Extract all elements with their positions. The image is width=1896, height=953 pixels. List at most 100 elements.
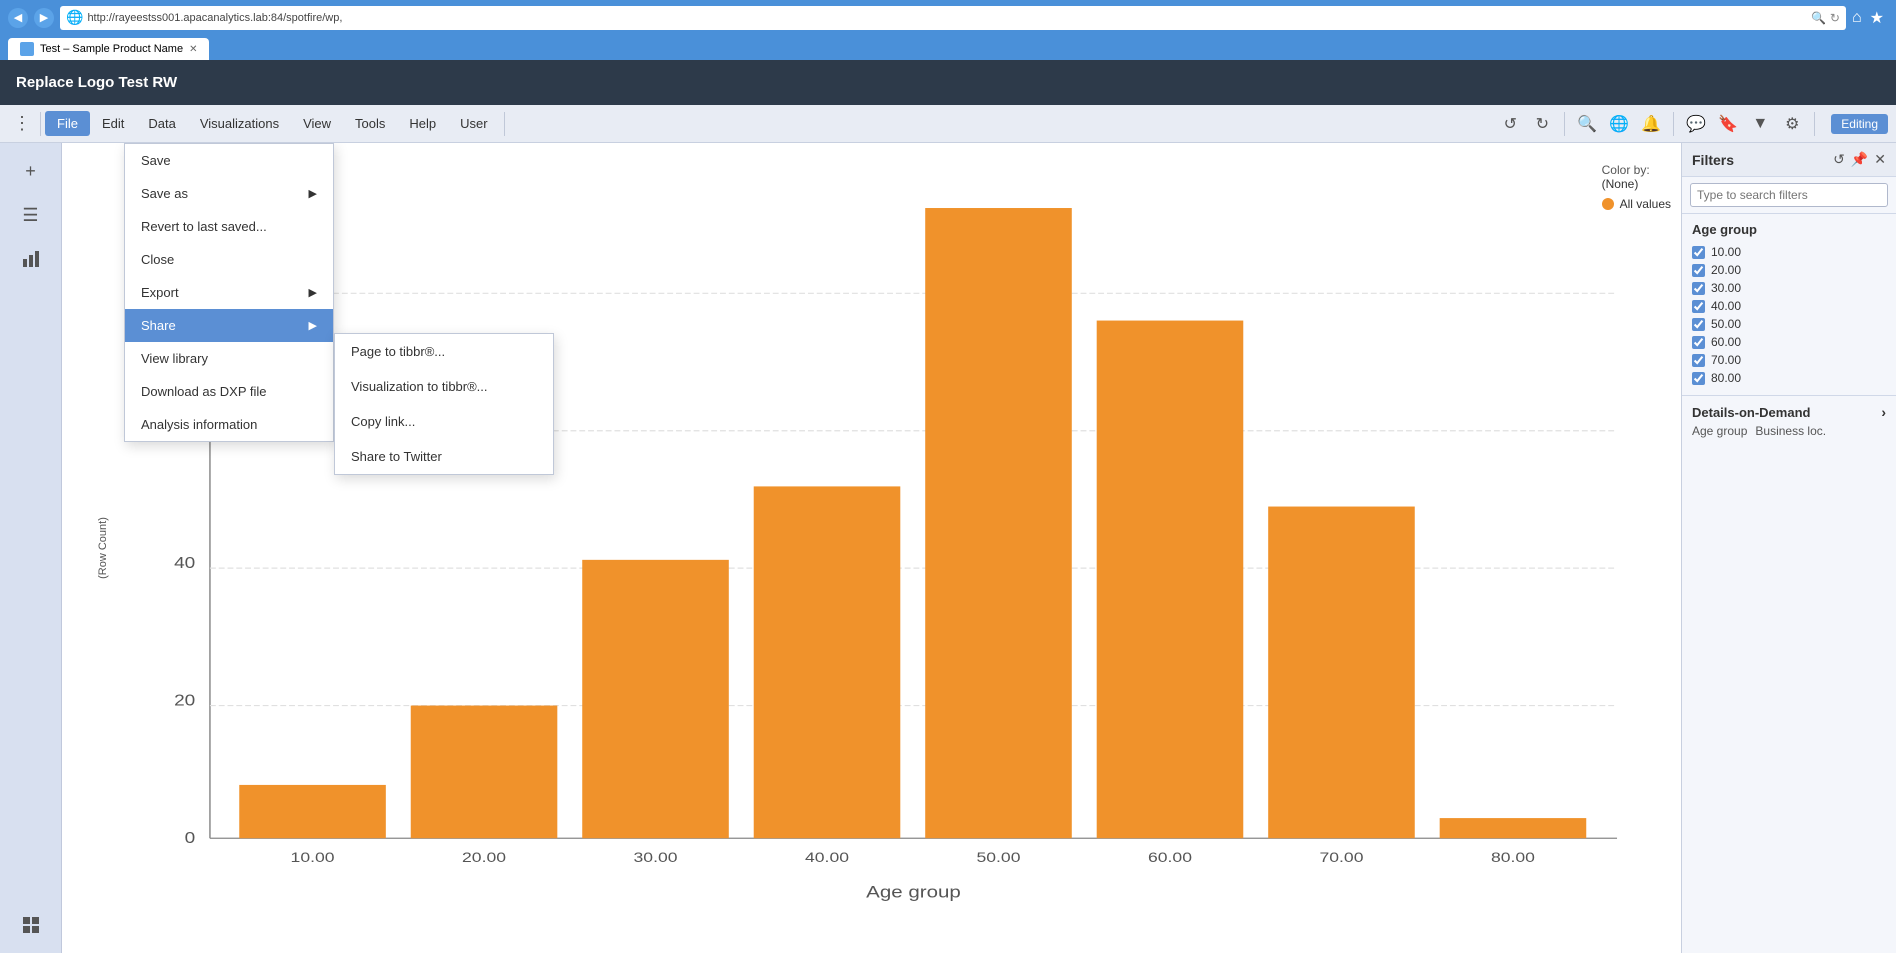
details-expand-icon[interactable]: › (1881, 404, 1886, 420)
filters-pin-icon[interactable]: 📌 (1851, 151, 1868, 168)
bar-7[interactable] (1268, 507, 1415, 839)
tab-close-button[interactable]: ✕ (189, 44, 197, 55)
checkbox-row-70: 70.00 (1692, 351, 1886, 369)
menu-item-download-dxp[interactable]: Download as DXP file (125, 375, 333, 408)
menu-separator-3 (1564, 112, 1565, 136)
grid-view-button[interactable] (13, 907, 49, 943)
main-layout: + ☰ Save Save as ▶ (0, 143, 1896, 953)
browser-tab[interactable]: Test – Sample Product Name ✕ (8, 38, 209, 60)
menu-item-export[interactable]: Export ▶ (125, 276, 333, 309)
menu-view[interactable]: View (291, 111, 343, 136)
filter-button[interactable]: ▼ (1746, 110, 1774, 138)
menu-tools[interactable]: Tools (343, 111, 397, 136)
checkbox-label-20: 20.00 (1711, 263, 1741, 277)
color-by-value: (None) (1602, 177, 1671, 191)
svg-text:30.00: 30.00 (634, 850, 678, 865)
forward-button[interactable]: ▶ (34, 8, 54, 28)
menu-item-analysis-info[interactable]: Analysis information (125, 408, 333, 441)
menu-help[interactable]: Help (397, 111, 448, 136)
color-dot (1602, 198, 1614, 210)
bell-button[interactable]: 🔔 (1637, 110, 1665, 138)
chat-button[interactable]: 💬 (1682, 110, 1710, 138)
file-menu: Save Save as ▶ Revert to last saved... C… (124, 143, 334, 442)
search-button[interactable]: 🔍 (1573, 110, 1601, 138)
submenu-viz-tibbr[interactable]: Visualization to tibbr®... (335, 369, 553, 404)
checkbox-80[interactable] (1692, 372, 1705, 385)
export-arrow: ▶ (309, 286, 317, 299)
bar-6[interactable] (1097, 321, 1244, 839)
menu-item-save-as[interactable]: Save as ▶ (125, 177, 333, 210)
share-arrow: ▶ (309, 319, 317, 332)
bar-4[interactable] (754, 486, 901, 838)
menubar: ⋮ File Edit Data Visualizations View Too… (0, 105, 1896, 143)
chart-svg: 0 20 40 60 80 10.00 20.00 30.00 (122, 163, 1661, 933)
menu-item-share[interactable]: Share ▶ (125, 309, 333, 342)
checkbox-50[interactable] (1692, 318, 1705, 331)
checkbox-row-60: 60.00 (1692, 333, 1886, 351)
svg-text:60.00: 60.00 (1148, 850, 1192, 865)
menu-separator-5 (1814, 112, 1815, 136)
checkbox-70[interactable] (1692, 354, 1705, 367)
redo-button[interactable]: ↻ (1528, 110, 1556, 138)
details-col-age: Age group (1692, 424, 1747, 438)
menu-edit[interactable]: Edit (90, 111, 136, 136)
menu-user[interactable]: User (448, 111, 499, 136)
bookmark-button[interactable]: 🔖 (1714, 110, 1742, 138)
settings-button[interactable]: ⚙ (1778, 110, 1806, 138)
checkbox-40[interactable] (1692, 300, 1705, 313)
menu-separator-2 (504, 112, 505, 136)
refresh-icon[interactable]: ↻ (1830, 11, 1840, 25)
age-group-title: Age group (1692, 222, 1886, 237)
bar-8[interactable] (1440, 818, 1587, 838)
menu-item-save[interactable]: Save (125, 144, 333, 177)
color-by-panel: Color by: (None) All values (1602, 163, 1671, 211)
submenu-page-tibbr[interactable]: Page to tibbr®... (335, 334, 553, 369)
menu-visualizations[interactable]: Visualizations (188, 111, 291, 136)
menu-item-revert[interactable]: Revert to last saved... (125, 210, 333, 243)
menu-data[interactable]: Data (136, 111, 187, 136)
checkbox-10[interactable] (1692, 246, 1705, 259)
checkbox-label-30: 30.00 (1711, 281, 1741, 295)
bar-2[interactable] (411, 706, 558, 839)
filter-search-input[interactable] (1690, 183, 1888, 207)
checkbox-60[interactable] (1692, 336, 1705, 349)
checkbox-label-40: 40.00 (1711, 299, 1741, 313)
checkbox-30[interactable] (1692, 282, 1705, 295)
more-options-button[interactable]: ⋮ (8, 110, 36, 138)
star-icon[interactable]: ★ (1870, 8, 1884, 28)
svg-text:20.00: 20.00 (462, 850, 506, 865)
url-text: http://rayeestss001.apacanalytics.lab:84… (87, 12, 1807, 24)
menu-file[interactable]: File (45, 111, 90, 136)
menu-item-view-library[interactable]: View library (125, 342, 333, 375)
address-bar[interactable]: 🌐 http://rayeestss001.apacanalytics.lab:… (60, 6, 1846, 30)
bar-1[interactable] (239, 785, 386, 838)
svg-text:40.00: 40.00 (805, 850, 849, 865)
home-icon[interactable]: ⌂ (1852, 9, 1862, 27)
bar-3[interactable] (582, 560, 729, 838)
svg-text:0: 0 (185, 829, 196, 847)
back-button[interactable]: ◀ (8, 8, 28, 28)
menu-separator-4 (1673, 112, 1674, 136)
menu-item-close[interactable]: Close (125, 243, 333, 276)
globe-button[interactable]: 🌐 (1605, 110, 1633, 138)
submenu-copy-link[interactable]: Copy link... (335, 404, 553, 439)
list-view-button[interactable]: ☰ (13, 197, 49, 233)
checkbox-20[interactable] (1692, 264, 1705, 277)
chart-area: Save Save as ▶ Revert to last saved... C… (62, 143, 1681, 953)
svg-text:10.00: 10.00 (291, 850, 335, 865)
app-title: Replace Logo Test RW (16, 74, 177, 91)
filters-title: Filters (1692, 152, 1734, 168)
filters-refresh-icon[interactable]: ↺ (1833, 151, 1845, 168)
checkbox-label-50: 50.00 (1711, 317, 1741, 331)
all-values-label: All values (1620, 197, 1671, 211)
all-values-row: All values (1602, 197, 1671, 211)
undo-button[interactable]: ↺ (1496, 110, 1524, 138)
age-group-section: Age group 10.00 20.00 30.00 40.00 50.00 (1682, 214, 1896, 395)
submenu-share-twitter[interactable]: Share to Twitter (335, 439, 553, 474)
filters-close-icon[interactable]: ✕ (1874, 151, 1886, 168)
bar-5[interactable] (925, 208, 1072, 838)
editing-badge: Editing (1831, 114, 1888, 134)
chart-view-button[interactable] (13, 241, 49, 277)
menu-separator (40, 112, 41, 136)
add-panel-button[interactable]: + (13, 153, 49, 189)
